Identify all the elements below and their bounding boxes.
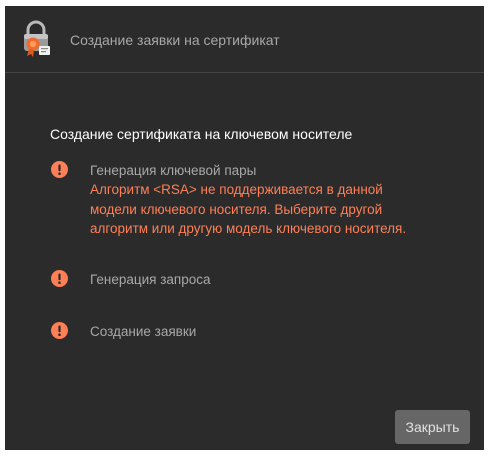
step-label: Создание заявки — [90, 324, 197, 339]
close-button[interactable]: Закрыть — [395, 410, 470, 444]
lock-certificate-icon — [19, 20, 53, 58]
error-line: алгоритм или другую модель ключевого нос… — [90, 221, 407, 236]
error-line: модели ключевого носителя. Выберите друг… — [90, 201, 383, 217]
title-bar: Создание заявки на сертификат — [5, 6, 484, 73]
step-label: Генерация ключевой пары — [90, 163, 257, 178]
certificate-request-dialog: Создание заявки на сертификат Создание с… — [5, 6, 484, 450]
error-line: Алгоритм <RSA> не поддерживается в данно… — [90, 182, 383, 197]
error-icon — [51, 270, 68, 287]
step-error-message: Алгоритм <RSA> не поддерживается в данно… — [90, 180, 460, 239]
section-heading: Создание сертификата на ключевом носител… — [50, 126, 353, 142]
dialog-body: Создание сертификата на ключевом носител… — [5, 73, 484, 450]
step-label: Генерация запроса — [90, 272, 211, 287]
dialog-title: Создание заявки на сертификат — [70, 32, 280, 48]
error-icon — [51, 322, 68, 339]
error-icon — [51, 161, 68, 178]
